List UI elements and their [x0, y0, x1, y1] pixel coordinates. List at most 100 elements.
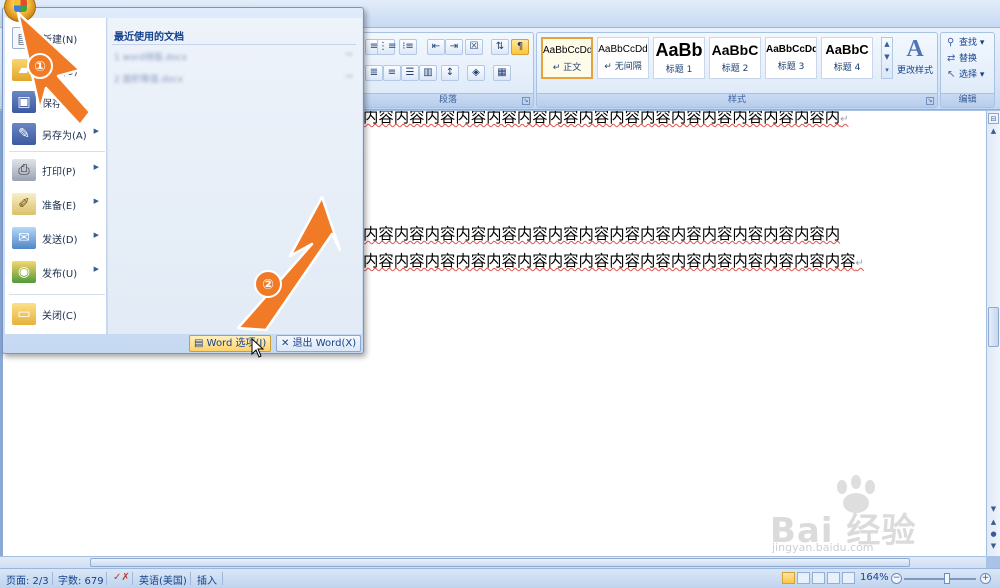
chinese-layout-icon[interactable]: ☒ [465, 39, 483, 55]
vertical-scroll-thumb[interactable] [988, 307, 999, 347]
justify-icon[interactable]: ☰ [401, 65, 419, 81]
doc-line-1[interactable]: 内容内容内容内容内容内容内容内容内容内容内容内容内容内容内容内↵ [363, 111, 849, 127]
status-word-count[interactable]: 字数: 679 [58, 572, 104, 587]
decrease-indent-icon[interactable]: ⇤ [427, 39, 445, 55]
sort-icon[interactable]: ⇅ [491, 39, 509, 55]
style-no-spacing[interactable]: AaBbCcDd ↵ 无间隔 [597, 37, 649, 79]
styles-group: AaBbCcDd ↵ 正文 AaBbCcDd ↵ 无间隔 AaBb 标题 1 A… [536, 32, 938, 108]
zoom-slider-track[interactable] [904, 578, 976, 580]
menu-send-label: 发送(D) [42, 235, 78, 246]
change-styles-button[interactable]: A 更改样式 [895, 35, 935, 89]
menu-divider [9, 294, 105, 295]
send-icon: ✉ [12, 227, 36, 249]
align-center-icon[interactable]: ≣ [365, 65, 383, 81]
status-page[interactable]: 页面: 2/3 [6, 572, 49, 587]
recent-doc-1[interactable]: 1 word排版.docx ⊸ [114, 50, 356, 66]
select-arrow-icon: ↖ [947, 69, 956, 80]
office-menu-commands: ▤ 新建(N) ▰ 打开(O) ▣ 保存(S) ✎ 另存为(A) ▶ ⎙ 打印(… [5, 18, 107, 334]
show-marks-icon[interactable]: ¶ [511, 39, 529, 55]
menu-save-as[interactable]: ✎ 另存为(A) ▶ [5, 118, 107, 150]
numbering-icon[interactable]: ⋮≡ [377, 39, 396, 55]
horizontal-scroll-thumb[interactable] [90, 558, 910, 567]
previous-page-icon[interactable]: ▲ [988, 517, 999, 528]
status-insert-mode[interactable]: 插入 [197, 572, 217, 587]
outline-view-icon[interactable] [827, 572, 840, 584]
web-layout-view-icon[interactable] [812, 572, 825, 584]
menu-save[interactable]: ▣ 保存(S) [5, 86, 107, 118]
increase-indent-icon[interactable]: ⇥ [445, 39, 463, 55]
styles-group-label: 样式 [537, 93, 937, 107]
style-name: 标题 1 [665, 65, 693, 75]
menu-print[interactable]: ⎙ 打印(P) ▶ [5, 154, 107, 186]
browse-object-icon[interactable]: ● [988, 529, 999, 540]
paragraph-group-label: 段落 [363, 93, 533, 107]
draft-view-icon[interactable] [842, 572, 855, 584]
exit-icon: ✕ [281, 338, 293, 349]
find-button[interactable]: ⚲ 查找 ▾ [947, 35, 984, 51]
open-folder-icon: ▰ [12, 59, 36, 81]
select-label: 选择 [959, 70, 978, 80]
shading-icon[interactable]: ◈ [467, 65, 485, 81]
style-name: ↵ 正文 [552, 63, 582, 73]
binoculars-icon: ⚲ [947, 37, 955, 48]
zoom-slider-thumb[interactable] [944, 573, 950, 584]
style-sample: AaBbC [711, 42, 759, 58]
distributed-icon[interactable]: ▥ [419, 65, 437, 81]
style-name: 标题 2 [721, 64, 749, 74]
full-screen-reading-view-icon[interactable] [797, 572, 810, 584]
align-right-icon[interactable]: ≡ [383, 65, 401, 81]
doc-line-2[interactable]: 内容内容内容内容内容内容内容内容内容内容内容内容内容内容内容内 [363, 222, 840, 244]
zoom-in-icon[interactable]: + [980, 573, 991, 584]
vertical-scrollbar[interactable]: ⊟ ▲ ▼ ▲ ● ▼ [986, 111, 1000, 556]
zoom-level[interactable]: 164% [860, 572, 889, 583]
pin-icon[interactable]: ⊸ [344, 72, 352, 82]
status-bar: 页面: 2/3 字数: 679 ✓✗ 英语(美国) 插入 164% − + [0, 568, 1000, 588]
menu-open[interactable]: ▰ 打开(O) [5, 54, 107, 86]
pin-icon[interactable]: ⊸ [344, 50, 352, 60]
styles-dialog-launcher-icon[interactable]: ↘ [926, 97, 934, 105]
status-language[interactable]: 英语(美国) [139, 572, 187, 587]
exit-word-label: 退出 Word(X) [292, 338, 357, 349]
scroll-down-icon[interactable]: ▼ [988, 504, 999, 515]
style-heading-1[interactable]: AaBb 标题 1 [653, 37, 705, 79]
menu-prepare-label: 准备(E) [42, 201, 77, 212]
menu-new[interactable]: ▤ 新建(N) [5, 22, 107, 54]
replace-button[interactable]: ⇄ 替换 [947, 51, 977, 67]
horizontal-scrollbar[interactable] [0, 556, 986, 568]
style-heading-2[interactable]: AaBbC 标题 2 [709, 37, 761, 79]
doc-line-3[interactable]: 内容内容内容内容内容内容内容内容内容内容内容内容内容内容内容内容↵ [363, 249, 864, 271]
menu-publish[interactable]: ◉ 发布(U) ▶ [5, 256, 107, 288]
submenu-arrow-icon: ▶ [93, 231, 99, 239]
exit-word-button[interactable]: ✕ 退出 Word(X) [276, 335, 362, 352]
recent-separator [112, 44, 356, 45]
zoom-out-icon[interactable]: − [891, 573, 902, 584]
watermark-url: jingyan.baidu.com [772, 541, 874, 554]
next-page-icon[interactable]: ▼ [988, 541, 999, 552]
recent-doc-2-label: 2 面积等值.docx [114, 75, 183, 85]
proofing-icon[interactable]: ✓✗ [113, 572, 130, 583]
ruler-toggle-icon[interactable]: ⊟ [988, 113, 999, 124]
scroll-up-icon[interactable]: ▲ [988, 126, 999, 137]
paragraph-group: ≡ ⋮≡ ⁝≡ ⇤ ⇥ ☒ ⇅ ¶ ≣ ≡ ☰ ▥ ↕ ◈ ▦ 段落 ↘ [362, 32, 534, 108]
styles-gallery-scroll[interactable]: ▲ ▼ ▾ [881, 37, 893, 79]
recent-doc-2[interactable]: 2 面积等值.docx ⊸ [114, 72, 356, 88]
status-separator [222, 572, 223, 585]
editing-group: ⚲ 查找 ▾ ⇄ 替换 ↖ 选择 ▾ 编辑 [940, 32, 995, 108]
style-heading-3[interactable]: AaBbCcDd 标题 3 [765, 37, 817, 79]
menu-send[interactable]: ✉ 发送(D) ▶ [5, 222, 107, 254]
style-normal[interactable]: AaBbCcDd ↵ 正文 [541, 37, 593, 79]
menu-close[interactable]: ▭ 关闭(C) [5, 298, 107, 330]
line-spacing-icon[interactable]: ↕ [441, 65, 459, 81]
menu-open-label: 打开(O) [42, 67, 78, 78]
style-name: 标题 4 [833, 63, 861, 73]
print-layout-view-icon[interactable] [782, 572, 795, 584]
multilevel-list-icon[interactable]: ⁝≡ [399, 39, 417, 55]
menu-prepare[interactable]: ✐ 准备(E) ▶ [5, 188, 107, 220]
office-logo-icon [14, 0, 27, 12]
borders-icon[interactable]: ▦ [493, 65, 511, 81]
status-separator [132, 572, 133, 585]
paragraph-dialog-launcher-icon[interactable]: ↘ [522, 97, 530, 105]
style-heading-4[interactable]: AaBbC 标题 4 [821, 37, 873, 79]
select-button[interactable]: ↖ 选择 ▾ [947, 67, 984, 83]
menu-close-label: 关闭(C) [42, 311, 77, 322]
